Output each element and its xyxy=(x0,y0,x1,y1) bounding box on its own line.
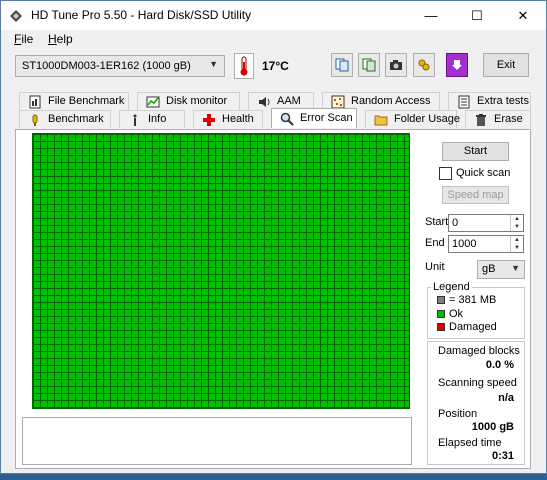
spin-down-icon[interactable]: ▼ xyxy=(511,244,523,252)
camera-icon xyxy=(390,60,402,70)
menu-file-label: ile xyxy=(21,32,34,46)
legend-label: = 381 MB xyxy=(449,294,497,306)
end-spinbox-value: 1000 xyxy=(452,238,477,250)
magnifier-icon xyxy=(280,112,294,126)
menu-bar: File Help xyxy=(1,30,546,48)
tab-label: Disk monitor xyxy=(166,95,228,107)
chevron-down-icon: ▼ xyxy=(209,59,218,69)
green-swatch-icon xyxy=(437,310,445,318)
copy-screenshot-button[interactable] xyxy=(358,53,380,77)
temperature-readout: 17°C xyxy=(262,59,289,73)
menu-help-accel: H xyxy=(48,32,57,46)
folder-icon xyxy=(374,115,388,126)
tab-label: Health xyxy=(222,113,254,125)
chevron-down-icon: ▼ xyxy=(511,263,520,273)
tab-info[interactable]: Info xyxy=(119,110,185,128)
options-button[interactable] xyxy=(413,53,435,77)
options-icon xyxy=(418,59,430,71)
spin-down-icon[interactable]: ▼ xyxy=(511,223,523,231)
tab-extra-tests[interactable]: Extra tests xyxy=(448,92,531,110)
quick-scan-checkbox[interactable] xyxy=(439,167,452,180)
start-spinbox-value: 0 xyxy=(452,217,459,229)
download-arrow-icon xyxy=(452,60,462,70)
exit-button[interactable]: Exit xyxy=(483,53,529,77)
tab-erase[interactable]: Erase xyxy=(465,110,531,128)
damaged-blocks-label: Damaged blocks xyxy=(438,345,520,357)
legend-item-damaged: Damaged xyxy=(437,321,497,333)
legend-item-block-size: = 381 MB xyxy=(437,294,496,306)
copy-text-button[interactable] xyxy=(331,53,353,77)
thermometer-icon xyxy=(234,53,254,79)
tab-label: Folder Usage xyxy=(394,113,461,125)
speed-map-button[interactable]: Speed map xyxy=(442,186,509,204)
unit-label: Unit xyxy=(425,261,445,273)
scanning-speed-value: n/a xyxy=(498,392,514,404)
tab-error-scan[interactable]: Error Scan xyxy=(271,108,357,128)
file-benchmark-icon xyxy=(29,95,41,109)
app-window: HD Tune Pro 5.50 - Hard Disk/SSD Utility… xyxy=(0,0,547,474)
elapsed-time-label: Elapsed time xyxy=(438,437,502,449)
close-button[interactable]: ✕ xyxy=(500,1,546,30)
minimize-button[interactable]: — xyxy=(408,1,454,30)
spin-up-icon[interactable]: ▲ xyxy=(511,215,523,223)
tab-label: Info xyxy=(148,113,167,125)
extra-tests-icon xyxy=(458,95,470,109)
legend-title: Legend xyxy=(431,281,472,293)
start-scan-button[interactable]: Start xyxy=(442,142,509,161)
legend-label: Damaged xyxy=(449,321,497,333)
copy-icon xyxy=(335,58,349,72)
scan-block-grid xyxy=(32,133,410,409)
disk-monitor-icon xyxy=(146,96,160,108)
legend-label: Ok xyxy=(449,308,464,320)
end-field-label: End xyxy=(425,237,445,249)
legend-item-ok: Ok xyxy=(437,308,463,320)
tab-label: Error Scan xyxy=(300,112,353,124)
position-value: 1000 gB xyxy=(471,421,514,433)
tab-health[interactable]: Health xyxy=(193,110,263,128)
tab-disk-monitor[interactable]: Disk monitor xyxy=(137,92,240,110)
tab-label: File Benchmark xyxy=(48,95,125,107)
health-cross-icon xyxy=(203,114,215,126)
save-button[interactable] xyxy=(446,53,468,77)
spin-arrows[interactable]: ▲ ▼ xyxy=(510,236,523,252)
tab-label: Random Access xyxy=(351,95,431,107)
info-icon xyxy=(133,114,137,126)
tab-file-benchmark[interactable]: File Benchmark xyxy=(19,92,129,110)
scanning-speed-label: Scanning speed xyxy=(438,377,517,389)
scan-log-box[interactable] xyxy=(22,417,412,465)
menu-help[interactable]: Help xyxy=(48,32,73,46)
maximize-button[interactable]: ☐ xyxy=(454,1,500,30)
window-title: HD Tune Pro 5.50 - Hard Disk/SSD Utility xyxy=(31,8,252,22)
tab-benchmark[interactable]: Benchmark xyxy=(19,110,111,128)
unit-select-value: gB xyxy=(482,263,496,275)
position-label: Position xyxy=(438,408,478,420)
tab-label: Extra tests xyxy=(477,95,529,107)
start-spinbox[interactable]: 0 ▲ ▼ xyxy=(448,214,524,232)
tab-label: Benchmark xyxy=(48,113,104,125)
menu-file[interactable]: File xyxy=(14,32,33,46)
speaker-icon xyxy=(259,97,270,107)
end-spinbox[interactable]: 1000 ▲ ▼ xyxy=(448,235,524,253)
random-access-icon xyxy=(331,95,345,109)
trash-icon xyxy=(476,114,486,126)
drive-select-value: ST1000DM003-1ER162 (1000 gB) xyxy=(22,60,191,72)
quick-scan-label: Quick scan xyxy=(456,167,511,179)
screenshot-button[interactable] xyxy=(385,53,407,77)
gray-swatch-icon xyxy=(437,296,445,304)
unit-select[interactable]: gB ▼ xyxy=(477,260,525,279)
spin-arrows[interactable]: ▲ ▼ xyxy=(510,215,523,231)
start-field-label: Start xyxy=(425,216,449,228)
title-bar[interactable]: HD Tune Pro 5.50 - Hard Disk/SSD Utility… xyxy=(1,1,546,30)
damaged-blocks-value: 0.0 % xyxy=(485,359,514,371)
app-logo-icon xyxy=(10,10,22,22)
spin-up-icon[interactable]: ▲ xyxy=(511,236,523,244)
benchmark-icon xyxy=(32,114,38,126)
menu-help-label: elp xyxy=(56,32,73,46)
tab-folder-usage[interactable]: Folder Usage xyxy=(365,110,461,128)
tab-label: Erase xyxy=(494,113,523,125)
copy-image-icon xyxy=(362,58,376,72)
drive-select[interactable]: ST1000DM003-1ER162 (1000 gB) ▼ xyxy=(15,55,225,77)
elapsed-time-value: 0:31 xyxy=(491,450,514,462)
red-swatch-icon xyxy=(437,323,445,331)
